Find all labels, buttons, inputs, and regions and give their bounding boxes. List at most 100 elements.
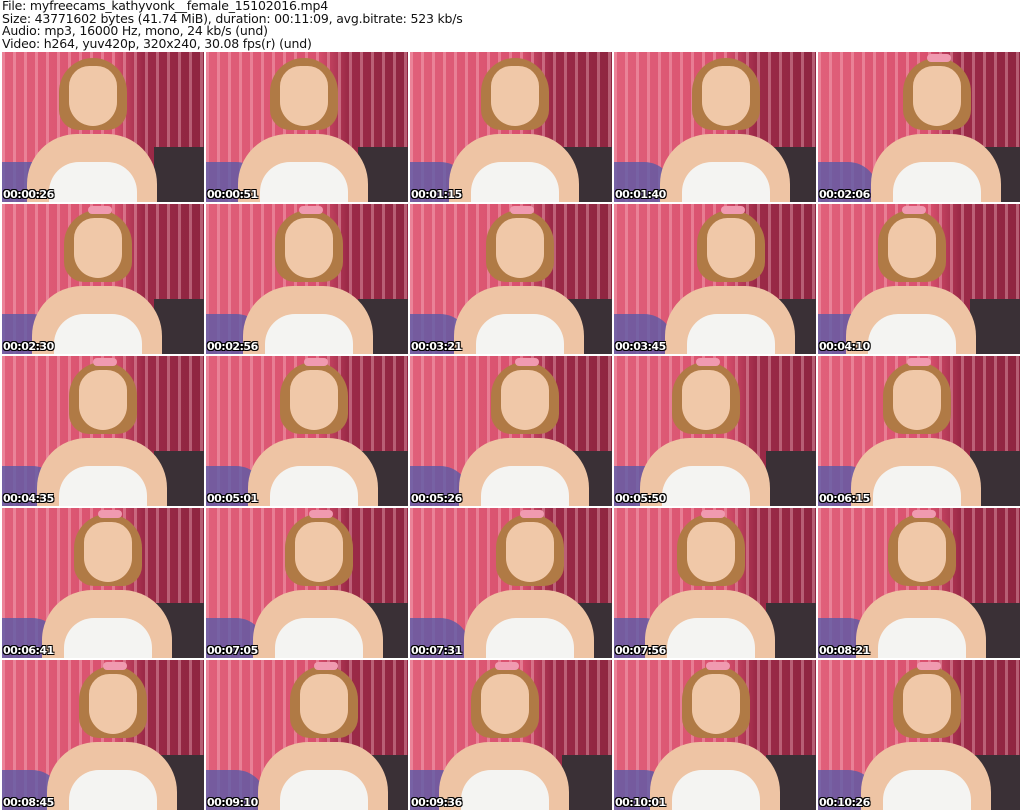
video-info-line: Video: h264, yuv420p, 320x240, 30.08 fps… xyxy=(2,35,312,51)
hair-bow xyxy=(912,510,936,518)
background-sofa xyxy=(970,299,1020,354)
person-face xyxy=(888,218,936,278)
hair-bow xyxy=(907,358,931,366)
background-sofa xyxy=(154,147,204,202)
video-frame-thumbnail: 00:02:56 xyxy=(206,204,408,354)
video-frame-thumbnail: 00:02:06 xyxy=(818,52,1020,202)
person-face xyxy=(702,66,750,126)
hair-bow xyxy=(495,662,519,670)
frame-timestamp: 00:03:45 xyxy=(615,340,666,353)
video-frame-thumbnail: 00:04:35 xyxy=(2,356,204,506)
frame-timestamp: 00:07:31 xyxy=(411,644,462,657)
person-face xyxy=(280,66,328,126)
video-frame-thumbnail: 00:05:01 xyxy=(206,356,408,506)
person-top xyxy=(260,162,348,202)
background-sofa xyxy=(562,755,612,810)
frame-timestamp: 00:10:01 xyxy=(615,796,666,809)
hair-bow xyxy=(98,510,122,518)
frame-timestamp: 00:08:45 xyxy=(3,796,54,809)
person-top xyxy=(873,466,961,506)
person-top xyxy=(868,314,956,354)
person-top xyxy=(486,618,574,658)
person-top xyxy=(275,618,363,658)
frame-timestamp: 00:06:41 xyxy=(3,644,54,657)
frame-timestamp: 00:04:10 xyxy=(819,340,870,353)
video-frame-thumbnail: 00:10:01 xyxy=(614,660,816,810)
person-face xyxy=(491,66,539,126)
person-face xyxy=(496,218,544,278)
frame-timestamp: 00:10:26 xyxy=(819,796,870,809)
person-face xyxy=(74,218,122,278)
thumbnail-grid: 00:00:26 00:00:51 00:01:15 00:01:40 00:02:06… xyxy=(2,52,1020,810)
video-frame-thumbnail: 00:09:10 xyxy=(206,660,408,810)
hair-bow xyxy=(515,358,539,366)
person-face xyxy=(79,370,127,430)
person-top xyxy=(54,314,142,354)
hair-bow xyxy=(520,510,544,518)
video-frame-thumbnail: 00:07:31 xyxy=(410,508,612,658)
hair-bow xyxy=(696,358,720,366)
person-top xyxy=(280,770,368,810)
frame-timestamp: 00:09:36 xyxy=(411,796,462,809)
hair-bow xyxy=(299,206,323,214)
person-top xyxy=(682,162,770,202)
frame-timestamp: 00:05:26 xyxy=(411,492,462,505)
video-frame-thumbnail: 00:07:05 xyxy=(206,508,408,658)
frame-timestamp: 00:07:56 xyxy=(615,644,666,657)
frame-timestamp: 00:01:15 xyxy=(411,188,462,201)
person-face xyxy=(898,522,946,582)
person-face xyxy=(893,370,941,430)
person-top xyxy=(878,618,966,658)
person-face xyxy=(903,674,951,734)
hair-bow xyxy=(701,510,725,518)
frame-timestamp: 00:05:50 xyxy=(615,492,666,505)
video-frame-thumbnail: 00:08:21 xyxy=(818,508,1020,658)
hair-bow xyxy=(304,358,328,366)
frame-timestamp: 00:07:05 xyxy=(207,644,258,657)
video-frame-thumbnail: 00:09:36 xyxy=(410,660,612,810)
person-top xyxy=(672,770,760,810)
frame-timestamp: 00:02:56 xyxy=(207,340,258,353)
video-frame-thumbnail: 00:07:56 xyxy=(614,508,816,658)
person-face xyxy=(682,370,730,430)
frame-timestamp: 00:04:35 xyxy=(3,492,54,505)
background-sofa xyxy=(766,451,816,506)
person-top xyxy=(471,162,559,202)
frame-timestamp: 00:02:30 xyxy=(3,340,54,353)
person-top xyxy=(481,466,569,506)
video-frame-thumbnail: 00:03:21 xyxy=(410,204,612,354)
person-top xyxy=(265,314,353,354)
person-top xyxy=(270,466,358,506)
video-frame-thumbnail: 00:01:15 xyxy=(410,52,612,202)
video-frame-thumbnail: 00:05:26 xyxy=(410,356,612,506)
person-face xyxy=(506,522,554,582)
person-top xyxy=(461,770,549,810)
person-face xyxy=(290,370,338,430)
person-top xyxy=(687,314,775,354)
person-top xyxy=(59,466,147,506)
frame-timestamp: 00:05:01 xyxy=(207,492,258,505)
video-frame-thumbnail: 00:03:45 xyxy=(614,204,816,354)
person-face xyxy=(913,66,961,126)
video-frame-thumbnail: 00:00:26 xyxy=(2,52,204,202)
person-face xyxy=(692,674,740,734)
person-top xyxy=(69,770,157,810)
file-info-header: File: myfreecams_kathyvonk__female_15102… xyxy=(2,0,463,50)
video-frame-thumbnail: 00:06:15 xyxy=(818,356,1020,506)
frame-timestamp: 00:01:40 xyxy=(615,188,666,201)
hair-bow xyxy=(309,510,333,518)
hair-bow xyxy=(917,662,941,670)
person-face xyxy=(707,218,755,278)
frame-timestamp: 00:00:26 xyxy=(3,188,54,201)
person-face xyxy=(295,522,343,582)
hair-bow xyxy=(103,662,127,670)
frame-timestamp: 00:06:15 xyxy=(819,492,870,505)
person-face xyxy=(89,674,137,734)
person-face xyxy=(300,674,348,734)
frame-timestamp: 00:02:06 xyxy=(819,188,870,201)
person-top xyxy=(476,314,564,354)
frame-timestamp: 00:08:21 xyxy=(819,644,870,657)
hair-bow xyxy=(706,662,730,670)
frame-timestamp: 00:03:21 xyxy=(411,340,462,353)
person-top xyxy=(49,162,137,202)
